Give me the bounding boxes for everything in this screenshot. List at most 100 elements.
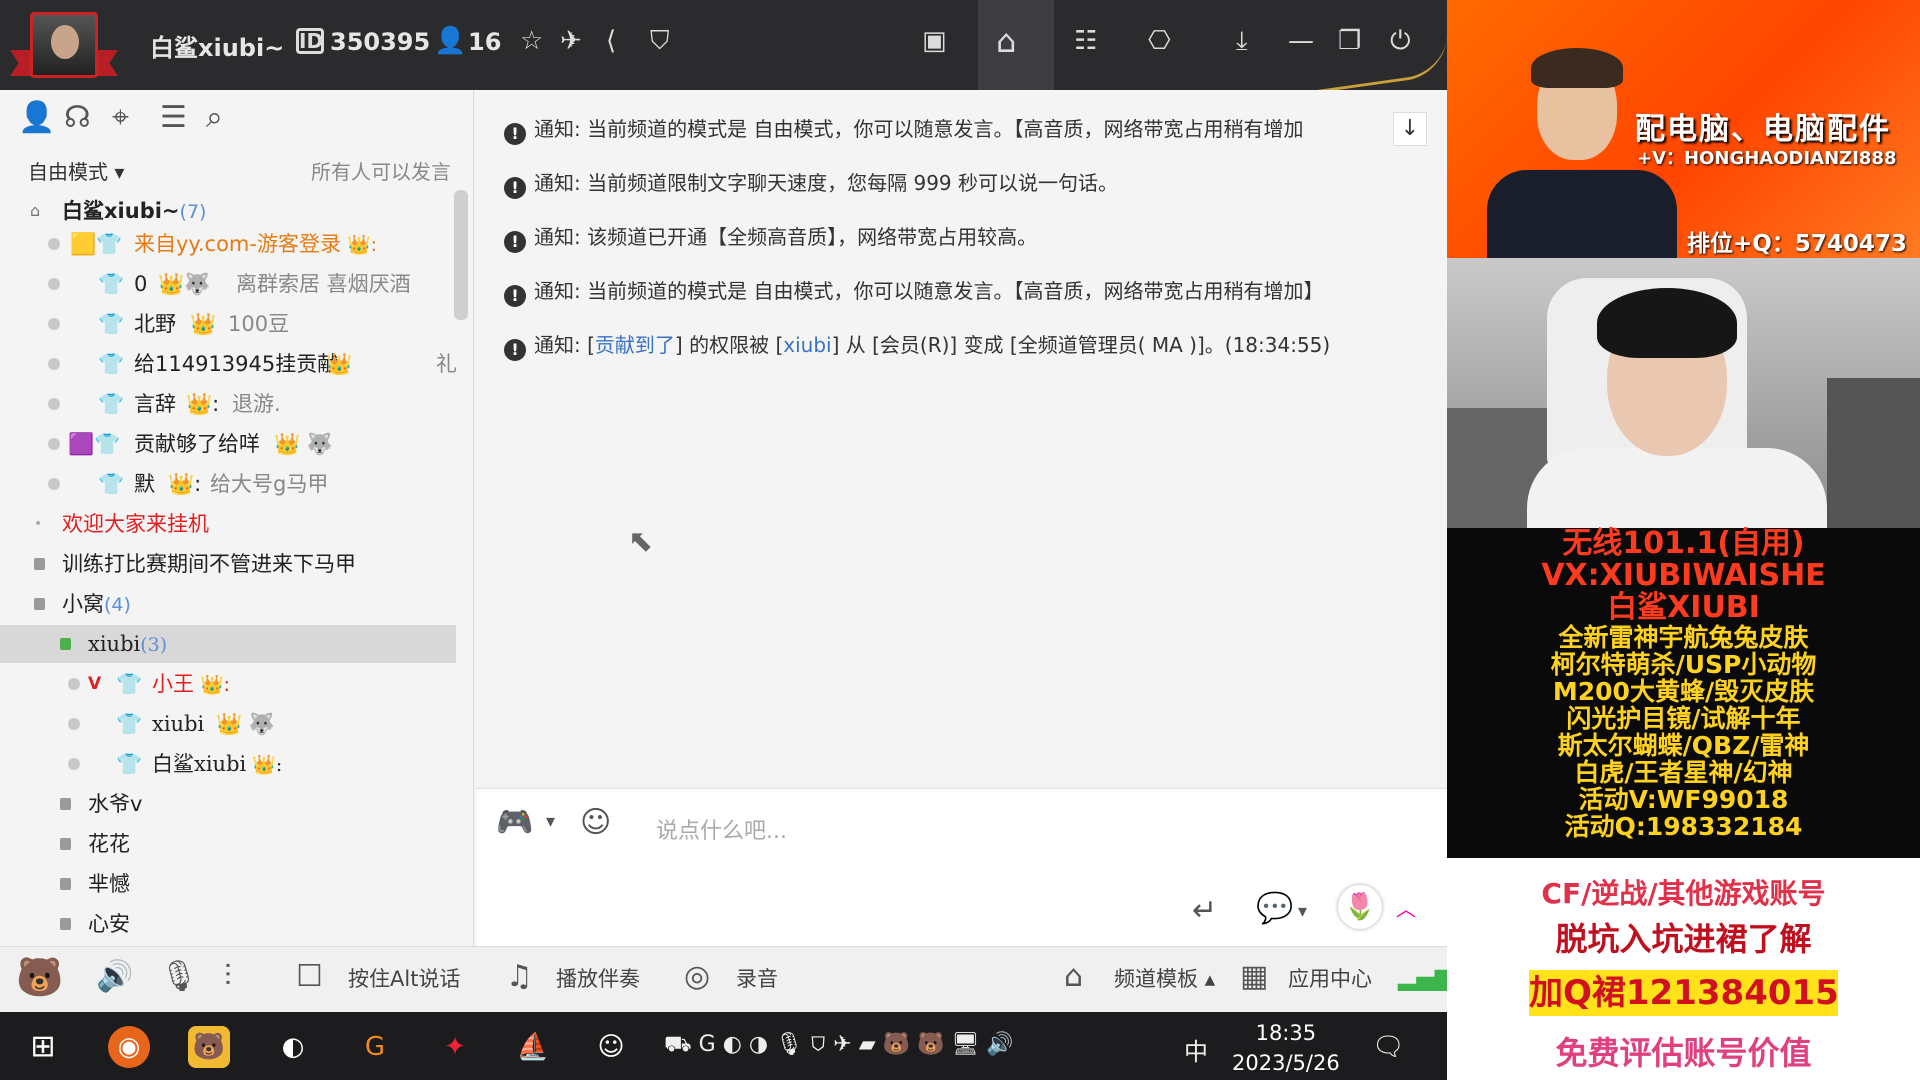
user-name: 给114913945挂贡献 (134, 352, 339, 376)
user-link[interactable]: xiubi (783, 333, 831, 357)
search-icon[interactable]: ⌕ (206, 100, 223, 135)
tree-channel[interactable]: 心安 (0, 905, 456, 943)
gamepad-icon[interactable]: ⎔ (1148, 24, 1171, 58)
user-icon[interactable]: 👤 (18, 100, 55, 135)
tree-user[interactable]: 🟪👕 贡献够了给咩 👑 🐺 (0, 425, 456, 463)
minimize-icon[interactable]: — (1288, 24, 1314, 58)
font-style-icon[interactable]: ☺ (580, 805, 611, 840)
power-icon[interactable]: ⏻ (1390, 24, 1411, 58)
emoji-game-icon[interactable]: 🎮 (496, 805, 533, 840)
enter-icon[interactable]: ↵ (1192, 893, 1217, 928)
ad2-line: 白虎/王者星神/幻神 (1574, 758, 1793, 787)
user-badge-icon: 🟨👕 (70, 232, 123, 256)
obs-icon[interactable]: ◐ (272, 1026, 314, 1068)
tree-channel[interactable]: 小窝(4) (0, 585, 456, 623)
equalizer-icon[interactable]: ⫶ (224, 959, 232, 994)
user-name: 默 (134, 472, 155, 496)
notification-icon[interactable]: 🗨 (1372, 1032, 1405, 1062)
vip-shirt-icon: 👕 (98, 312, 125, 336)
flower-gift-icon[interactable]: 🌷 (1338, 885, 1382, 929)
speech-bubble-icon[interactable]: 💬 (1256, 891, 1293, 926)
headset-icon[interactable]: ☊ (64, 100, 91, 135)
chevron-down-icon[interactable]: ▾ (546, 811, 555, 832)
tree-user[interactable]: 👕 言辞 👑: 退游. (0, 385, 456, 423)
chat-input[interactable]: 说点什么吧... (656, 813, 787, 845)
streamer-photo (1467, 20, 1677, 278)
ad-contact: +V：HONGHAODIANZI888 (1637, 148, 1897, 169)
bottom-toolbar: 🐻 🔊 🎙 ⫶ ☐ 按住Alt说话 ♫ 播放伴奏 ◎ 录音 ⌂ 频道模板 ▴ ▦… (0, 946, 1447, 1012)
ime-indicator[interactable]: 中 (1184, 1032, 1208, 1067)
chevron-down-icon[interactable]: ▾ (1298, 901, 1307, 922)
g-app-icon[interactable]: G (354, 1026, 396, 1068)
tree-user[interactable]: 👕 默 👑: 给大号g马甲 (0, 465, 456, 503)
shield-icon[interactable]: ⛉ (650, 24, 670, 58)
channel-avatar[interactable] (30, 12, 98, 78)
tree-user[interactable]: 👕 xiubi 👑 🐺 (0, 705, 456, 743)
taskbar-clock[interactable]: 18:35 2023/5/26 (1232, 1018, 1340, 1078)
stream-overlay: 配电脑、电脑配件 +V：HONGHAODIANZI888 排位+Q：574047… (1447, 0, 1920, 1080)
tree-user[interactable]: 👕 白鲨xiubi 👑: (0, 745, 456, 783)
tree-user[interactable]: 🟨👕 来自yy.com-游客登录 👑: (0, 225, 456, 263)
location-icon[interactable]: ⌖ (112, 100, 129, 135)
tree-user[interactable]: V 👕 小王 👑: (0, 665, 456, 703)
tree-channel[interactable]: 芈憾 (0, 865, 456, 903)
user-link[interactable]: 贡献到了 (595, 333, 675, 357)
ad2-line: VX:XIUBIWAISHE (1541, 558, 1826, 593)
tree-channel[interactable]: 花花 (0, 825, 456, 863)
plane-icon[interactable]: ✈ (560, 24, 582, 58)
download-icon[interactable]: ⤓ (1236, 24, 1248, 58)
lock-icon (34, 558, 45, 570)
crossfire-icon[interactable]: ✦ (434, 1026, 476, 1068)
channel-template-button[interactable]: 频道模板 ▴ (1114, 963, 1215, 993)
user-sign: 100豆 (228, 312, 290, 336)
tree-user[interactable]: 👕 给114913945挂贡献 👑 礼 (0, 345, 456, 383)
record-button[interactable]: 录音 (736, 963, 778, 993)
chevron-up-icon[interactable]: ︿ (1396, 893, 1416, 922)
status-dot (48, 238, 60, 250)
restore-icon[interactable]: ❐ (1338, 24, 1361, 58)
scroll-down-button[interactable]: ↓ (1393, 112, 1427, 146)
tree-channel[interactable]: 水爷v (0, 785, 456, 823)
push-to-talk-label[interactable]: 按住Alt说话 (348, 963, 460, 993)
play-music-button[interactable]: 播放伴奏 (556, 963, 640, 993)
mode-dropdown[interactable]: 自由模式 ▾ (28, 156, 124, 185)
tree-scrollbar[interactable] (454, 190, 468, 320)
video-icon[interactable]: ▣ (922, 24, 947, 58)
windows-start-icon[interactable]: ⊞ (22, 1026, 64, 1068)
ad3-line: 脱坑入坑进裙了解 (1555, 920, 1812, 958)
user-sign: 给大号g马甲 (210, 472, 329, 496)
app-grid-icon[interactable]: ▦ (1240, 959, 1268, 994)
share-icon[interactable]: ⟨ (606, 24, 616, 58)
tree-user[interactable]: 👕 北野 👑 100豆 (0, 305, 456, 343)
status-dot (68, 678, 80, 690)
character-icon[interactable]: ☺ (590, 1026, 632, 1068)
tree-channel[interactable]: 训练打比赛期间不管进来下马甲 (0, 545, 456, 583)
template-icon[interactable]: ⌂ (1064, 959, 1083, 994)
ad2-line: 柯尔特萌杀/USP小动物 (1550, 650, 1817, 679)
webcam-feed (1447, 258, 1920, 528)
vip-shirt-icon: 👕 (116, 752, 143, 776)
firefox-icon[interactable]: ◉ (108, 1026, 150, 1068)
music-note-icon[interactable]: ♫ (506, 959, 533, 994)
info-icon: ! (504, 231, 526, 253)
board-icon[interactable]: ☷ (1074, 24, 1097, 58)
app-center-button[interactable]: 应用中心 (1288, 963, 1372, 993)
account-ad-banner: CF/逆战/其他游戏账号 脱坑入坑进裙了解 加Q裙121384015 免费评估账… (1447, 858, 1920, 1080)
record-icon[interactable]: ◎ (684, 959, 710, 994)
favorite-star-icon[interactable]: ☆ (520, 24, 543, 58)
tree-channel[interactable]: • 欢迎大家来挂机 (0, 505, 456, 543)
microphone-icon[interactable]: 🎙 (160, 959, 198, 994)
tray-icons[interactable]: ⛟ G ◐ ◑ 🎙 ⛉ ✈ ▰ 🐻 🐻 🖥 🔊 (664, 1032, 1014, 1060)
yy-mascot-icon[interactable]: 🐻 (16, 955, 63, 1000)
checkbox-icon[interactable]: ☐ (296, 959, 323, 994)
yy-app-icon[interactable]: 🐻 (188, 1026, 230, 1068)
title-bar: 白鲨xiubi~ ID 350395 👤 16 ☆ ✈ ⟨ ⛉ ▣ ⌂ ☷ ⎔ … (0, 0, 1447, 106)
home-icon[interactable]: ⌂ (996, 24, 1016, 58)
list-icon[interactable]: ☰ (160, 100, 187, 135)
speaker-icon[interactable]: 🔊 (96, 959, 133, 994)
tree-channel-selected[interactable]: xiubi(3) (0, 625, 456, 663)
user-name: 北野 (134, 312, 176, 336)
tree-user[interactable]: 👕 0 👑🐺 离群索居 喜烟厌酒 (0, 265, 456, 303)
vip-shirt-icon: 👕 (116, 712, 143, 736)
game-icon[interactable]: ⛵ (512, 1026, 554, 1068)
